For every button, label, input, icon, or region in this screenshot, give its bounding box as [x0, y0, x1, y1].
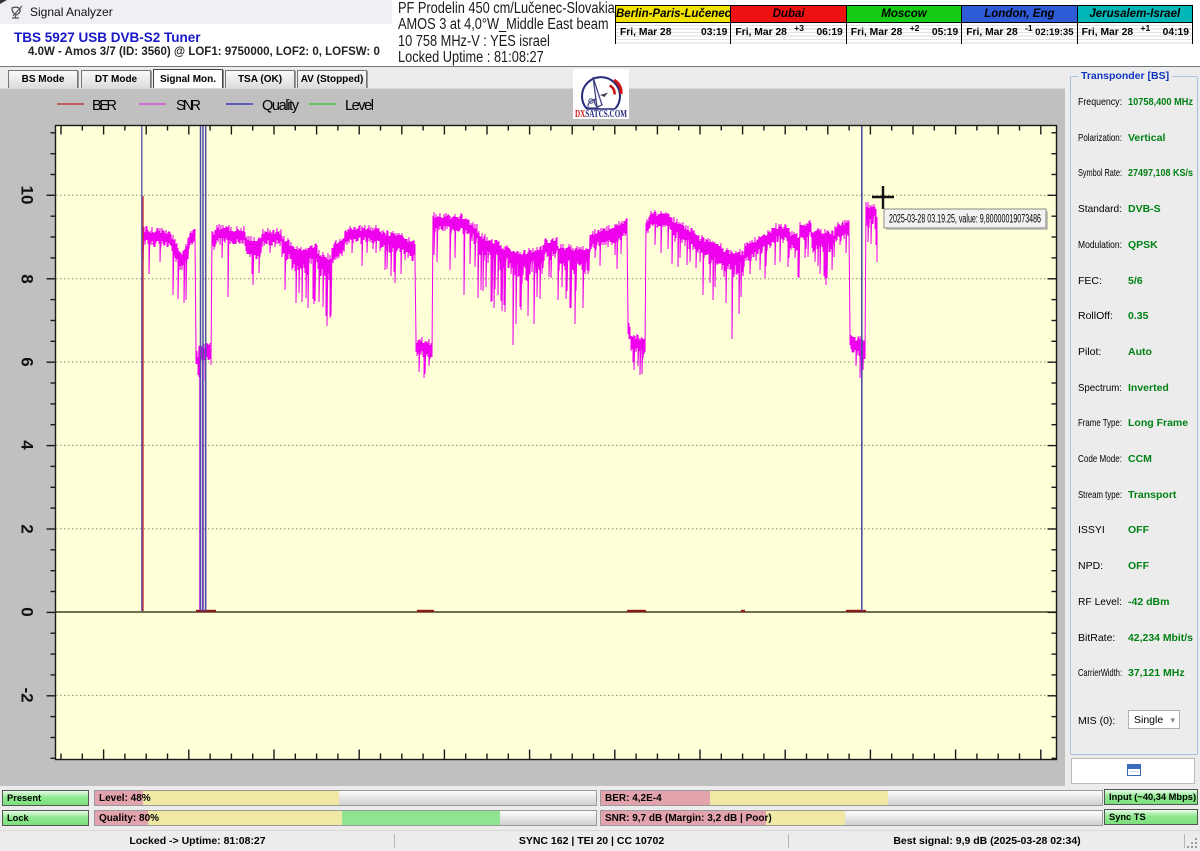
svg-text:8: 8 — [18, 274, 37, 283]
svg-text:DXSATCS.COM: DXSATCS.COM — [575, 109, 627, 119]
svg-text:2025-03-28 03.19.25, value: 9,: 2025-03-28 03.19.25, value: 9,8000001907… — [889, 214, 1041, 226]
svg-text:10: 10 — [18, 186, 37, 205]
svg-text:0: 0 — [18, 607, 37, 616]
svg-text:-2: -2 — [18, 687, 37, 702]
svg-text:4: 4 — [18, 440, 37, 450]
svg-text:Quality: Quality — [262, 98, 300, 114]
svg-text:2: 2 — [18, 524, 37, 533]
svg-text:BER: BER — [92, 98, 117, 114]
svg-text:6: 6 — [18, 357, 37, 366]
svg-text:Level: Level — [345, 98, 374, 114]
svg-text:SNR: SNR — [176, 98, 201, 114]
